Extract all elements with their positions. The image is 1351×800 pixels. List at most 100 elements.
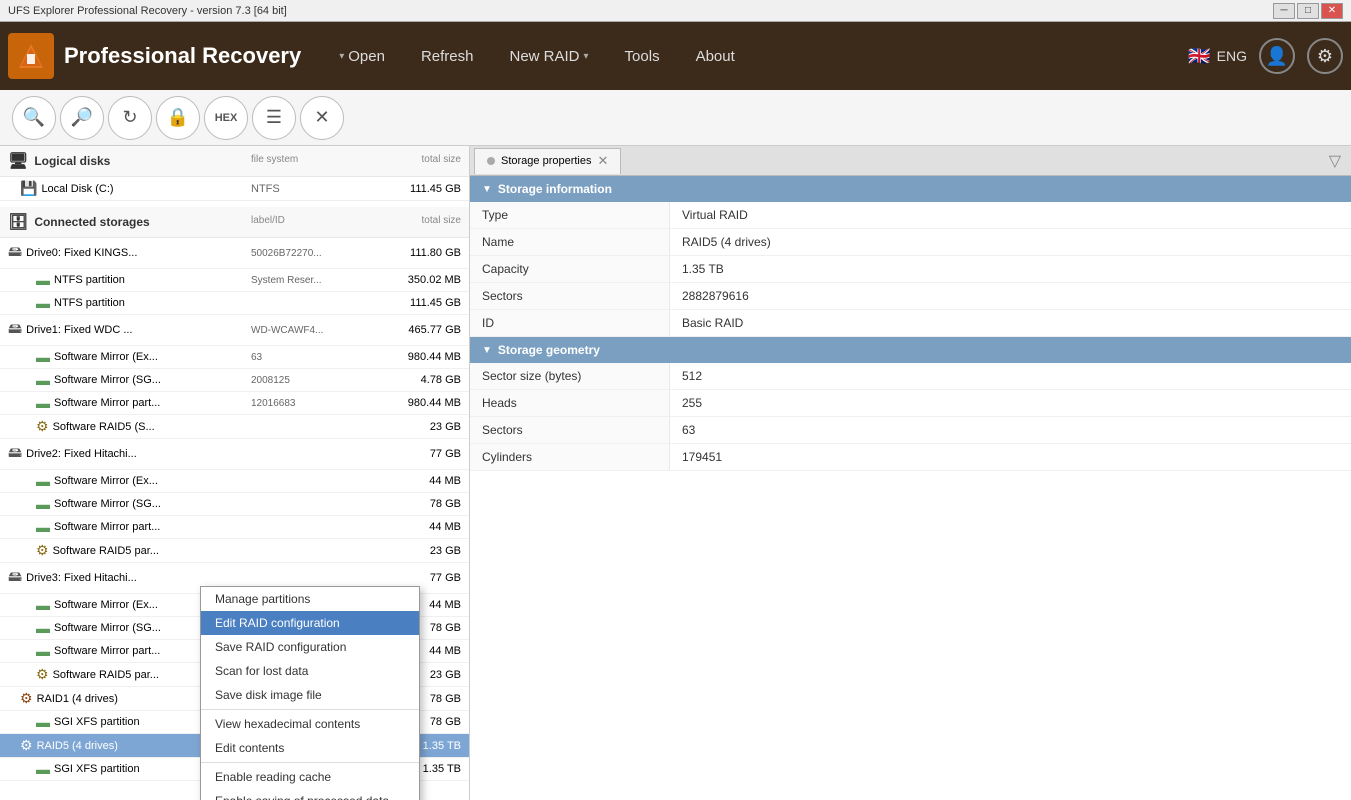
drive2-child3-label: Software RAID5 par... — [53, 545, 159, 557]
drive0-part1-size: 350.02 MB — [371, 274, 461, 286]
drive0-part1-name: ▬ NTFS partition — [36, 272, 251, 288]
raid1-label: RAID1 (4 drives) — [37, 693, 118, 705]
ctx-enable-reading-cache[interactable]: Enable reading cache — [201, 765, 419, 789]
drive2-child3-size: 23 GB — [371, 545, 461, 557]
drive2-child1[interactable]: ▬ Software Mirror (SG... 78 GB — [0, 493, 469, 516]
drive1-child3[interactable]: ⚙ Software RAID5 (S... 23 GB — [0, 415, 469, 439]
drive1-child2-icon: ▬ — [36, 395, 50, 411]
user-button[interactable]: 👤 — [1259, 38, 1295, 74]
prop-row-geom-sectors: Sectors 63 — [470, 417, 1351, 444]
drive1-child1[interactable]: ▬ Software Mirror (SG... 2008125 4.78 GB — [0, 369, 469, 392]
drive2-child2-name: ▬ Software Mirror part... — [36, 519, 251, 535]
menu-tools[interactable]: Tools — [607, 22, 678, 90]
drive3-child2-label: Software Mirror part... — [54, 645, 160, 657]
ctx-divider-1 — [201, 709, 419, 710]
lock-tool-button[interactable]: 🔒 — [156, 96, 200, 140]
drive2-item[interactable]: 🖴 Drive2: Fixed Hitachi... 77 GB — [0, 439, 469, 470]
connected-storages-labelid-header: label/ID — [251, 215, 371, 229]
maximize-button[interactable]: □ — [1297, 3, 1319, 19]
drive1-child3-icon: ⚙ — [36, 418, 49, 435]
drive1-child0-name: ▬ Software Mirror (Ex... — [36, 349, 251, 365]
storage-geometry-collapse-arrow[interactable]: ▼ — [482, 345, 492, 356]
drive2-child0[interactable]: ▬ Software Mirror (Ex... 44 MB — [0, 470, 469, 493]
drive0-part1-labelid: System Reser... — [251, 275, 371, 286]
drive3-child1-icon: ▬ — [36, 620, 50, 636]
menu-about[interactable]: About — [678, 22, 753, 90]
prop-row-type: Type Virtual RAID — [470, 202, 1351, 229]
prop-id-value: Basic RAID — [670, 310, 1351, 336]
tab-label: Storage properties — [501, 155, 592, 167]
drive1-child1-size: 4.78 GB — [371, 374, 461, 386]
logical-disks-icon: 🖥 — [8, 151, 28, 171]
minimize-button[interactable]: ─ — [1273, 3, 1295, 19]
drive2-child0-label: Software Mirror (Ex... — [54, 475, 158, 487]
language-selector[interactable]: 🇬🇧 ENG — [1188, 46, 1247, 67]
menu-open-label: Open — [348, 48, 385, 65]
drive0-icon: 🖴 — [8, 241, 22, 265]
drive1-icon: 🖴 — [8, 318, 22, 342]
drive2-child0-name: ▬ Software Mirror (Ex... — [36, 473, 251, 489]
tab-dot — [487, 157, 495, 165]
drive3-label: Drive3: Fixed Hitachi... — [26, 572, 137, 584]
main-layout: 🖥 Logical disks file system total size 💾… — [0, 146, 1351, 800]
drive1-label: Drive1: Fixed WDC ... — [26, 324, 132, 336]
local-disk-c[interactable]: 💾 Local Disk (C:) NTFS 111.45 GB — [0, 177, 469, 201]
drive2-child3[interactable]: ⚙ Software RAID5 par... 23 GB — [0, 539, 469, 563]
drive0-part1[interactable]: ▬ NTFS partition System Reser... 350.02 … — [0, 269, 469, 292]
tab-close-icon[interactable]: ✕ — [598, 153, 609, 169]
close-tool-button[interactable]: ✕ — [300, 96, 344, 140]
drive0-part2-icon: ▬ — [36, 295, 50, 311]
drive1-child3-label: Software RAID5 (S... — [53, 421, 155, 433]
prop-sectors-label: Sectors — [470, 283, 670, 309]
drive1-child0[interactable]: ▬ Software Mirror (Ex... 63 980.44 MB — [0, 346, 469, 369]
storage-info-collapse-arrow[interactable]: ▼ — [482, 184, 492, 195]
ctx-manage-partitions[interactable]: Manage partitions — [201, 587, 419, 611]
local-disk-c-label: Local Disk (C:) — [41, 183, 113, 195]
drive1-child1-label: Software Mirror (SG... — [54, 374, 161, 386]
drive0-part1-icon: ▬ — [36, 272, 50, 288]
storage-properties-tab[interactable]: Storage properties ✕ — [474, 148, 621, 174]
logical-disks-fs-header: file system — [251, 154, 371, 168]
connected-storages-cols: Connected storages label/ID total size — [34, 215, 461, 229]
prop-cylinders-value: 179451 — [670, 444, 1351, 470]
tab-filter-icon[interactable]: ▽ — [1323, 151, 1347, 171]
drive1-size: 465.77 GB — [371, 324, 461, 336]
drive2-child2[interactable]: ▬ Software Mirror part... 44 MB — [0, 516, 469, 539]
sgi-xfs-1-label: SGI XFS partition — [54, 716, 140, 728]
ctx-view-hex[interactable]: View hexadecimal contents — [201, 712, 419, 736]
hex-tool-button[interactable]: HEX — [204, 96, 248, 140]
drive1-item[interactable]: 🖴 Drive1: Fixed WDC ... WD-WCAWF4... 465… — [0, 315, 469, 346]
menu-new-raid[interactable]: New RAID ▾ — [492, 22, 607, 90]
search-tool-button[interactable]: 🔍 — [12, 96, 56, 140]
ctx-save-disk-image[interactable]: Save disk image file — [201, 683, 419, 707]
drive0-part2-label: NTFS partition — [54, 297, 125, 309]
drive2-size: 77 GB — [371, 448, 461, 460]
drive1-labelid: WD-WCAWF4... — [251, 325, 371, 336]
sgi-xfs-2-icon: ▬ — [36, 761, 50, 777]
menu-refresh[interactable]: Refresh — [403, 22, 492, 90]
drive1-child2[interactable]: ▬ Software Mirror part... 12016683 980.4… — [0, 392, 469, 415]
ctx-edit-contents[interactable]: Edit contents — [201, 736, 419, 760]
drive0-item[interactable]: 🖴 Drive0: Fixed KINGS... 50026B72270... … — [0, 238, 469, 269]
ctx-enable-saving[interactable]: Enable saving of processed data — [201, 789, 419, 800]
drive0-part2-name: ▬ NTFS partition — [36, 295, 251, 311]
settings-button[interactable]: ⚙ — [1307, 38, 1343, 74]
drive1-child3-size: 23 GB — [371, 421, 461, 433]
drive2-child0-size: 44 MB — [371, 475, 461, 487]
ctx-save-raid-config[interactable]: Save RAID configuration — [201, 635, 419, 659]
menu-open[interactable]: ▾ Open — [321, 22, 403, 90]
drive2-label: Drive2: Fixed Hitachi... — [26, 448, 137, 460]
scan-tool-button[interactable]: 🔎 — [60, 96, 104, 140]
ctx-scan-lost-data[interactable]: Scan for lost data — [201, 659, 419, 683]
close-button[interactable]: ✕ — [1321, 3, 1343, 19]
drive0-part2[interactable]: ▬ NTFS partition 111.45 GB — [0, 292, 469, 315]
ctx-edit-raid-config[interactable]: Edit RAID configuration — [201, 611, 419, 635]
refresh-tool-button[interactable]: ↻ — [108, 96, 152, 140]
drive1-child1-name: ▬ Software Mirror (SG... — [36, 372, 251, 388]
prop-cylinders-label: Cylinders — [470, 444, 670, 470]
drive3-child0-icon: ▬ — [36, 597, 50, 613]
menu-tools-label: Tools — [625, 48, 660, 65]
menu-new-raid-arrow: ▾ — [584, 51, 589, 62]
left-panel: 🖥 Logical disks file system total size 💾… — [0, 146, 470, 800]
list-tool-button[interactable]: ☰ — [252, 96, 296, 140]
